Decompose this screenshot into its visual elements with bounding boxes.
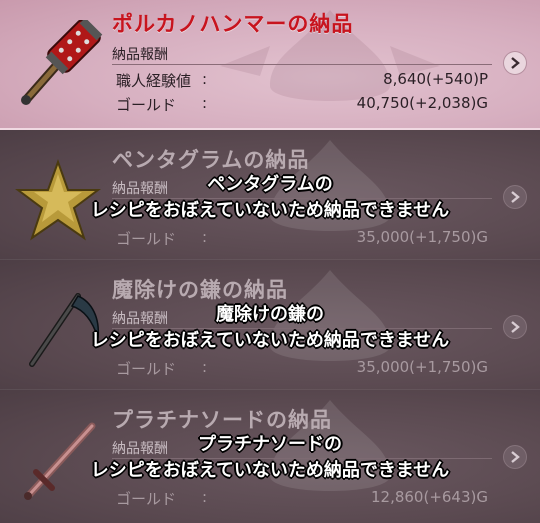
- reward-label: ゴールド: [116, 230, 177, 248]
- recipe-name-line: プラチナソードの: [198, 434, 342, 455]
- reward-value: 8,640(+540)P: [383, 70, 488, 88]
- recipe-warning-line: レシピをおぼえていないため納品できません: [90, 330, 450, 351]
- delivery-card-scythe[interactable]: 魔除けの鎌の納品 納品報酬 ゴールド : 35,000(+1,750)G 魔除け…: [0, 260, 540, 390]
- reward-colon: :: [202, 358, 208, 376]
- delivery-card-pentagram[interactable]: ペンタグラムの納品 納品報酬 ゴールド : 35,000(+1,750)G ペン…: [0, 130, 540, 260]
- delivery-title: ポルカノハンマーの納品: [112, 12, 354, 36]
- recipe-name-line: 魔除けの鎌の: [216, 304, 324, 325]
- reward-value: 40,750(+2,038)G: [356, 94, 488, 112]
- reward-label: 職人経験値: [116, 72, 192, 90]
- reward-colon: :: [202, 228, 208, 246]
- reward-value: 35,000(+1,750)G: [356, 228, 488, 246]
- recipe-warning-line: レシピをおぼえていないため納品できません: [90, 200, 450, 221]
- chevron-right-icon[interactable]: [504, 52, 526, 74]
- reward-label: ゴールド: [116, 490, 177, 508]
- recipe-unknown-message: 魔除けの鎌の レシピをおぼえていないため納品できません: [0, 302, 540, 354]
- reward-value: 12,860(+643)G: [370, 488, 488, 506]
- reward-label: ゴールド: [116, 96, 177, 114]
- reward-colon: :: [202, 488, 208, 506]
- delivery-title: プラチナソードの納品: [112, 408, 332, 432]
- delivery-card-platinum-sword[interactable]: プラチナソードの納品 納品報酬 ゴールド : 12,860(+643)G プラチ…: [0, 390, 540, 523]
- delivery-title: ペンタグラムの納品: [112, 148, 310, 172]
- recipe-warning-line: レシピをおぼえていないため納品できません: [90, 460, 450, 481]
- reward-header: 納品報酬: [112, 47, 168, 63]
- reward-label: ゴールド: [116, 360, 177, 378]
- divider: [112, 64, 492, 65]
- reward-value: 35,000(+1,750)G: [356, 358, 488, 376]
- hammer-icon: [21, 20, 103, 105]
- reward-colon: :: [202, 70, 208, 88]
- delivery-list: ポルカノハンマーの納品 納品報酬 職人経験値 : 8,640(+540)P ゴー…: [0, 0, 540, 523]
- delivery-title: 魔除けの鎌の納品: [112, 278, 288, 302]
- recipe-unknown-message: プラチナソードの レシピをおぼえていないため納品できません: [0, 432, 540, 484]
- recipe-name-line: ペンタグラムの: [207, 174, 333, 195]
- recipe-unknown-message: ペンタグラムの レシピをおぼえていないため納品できません: [0, 172, 540, 224]
- reward-colon: :: [202, 94, 208, 112]
- delivery-card-polcano-hammer[interactable]: ポルカノハンマーの納品 納品報酬 職人経験値 : 8,640(+540)P ゴー…: [0, 0, 540, 130]
